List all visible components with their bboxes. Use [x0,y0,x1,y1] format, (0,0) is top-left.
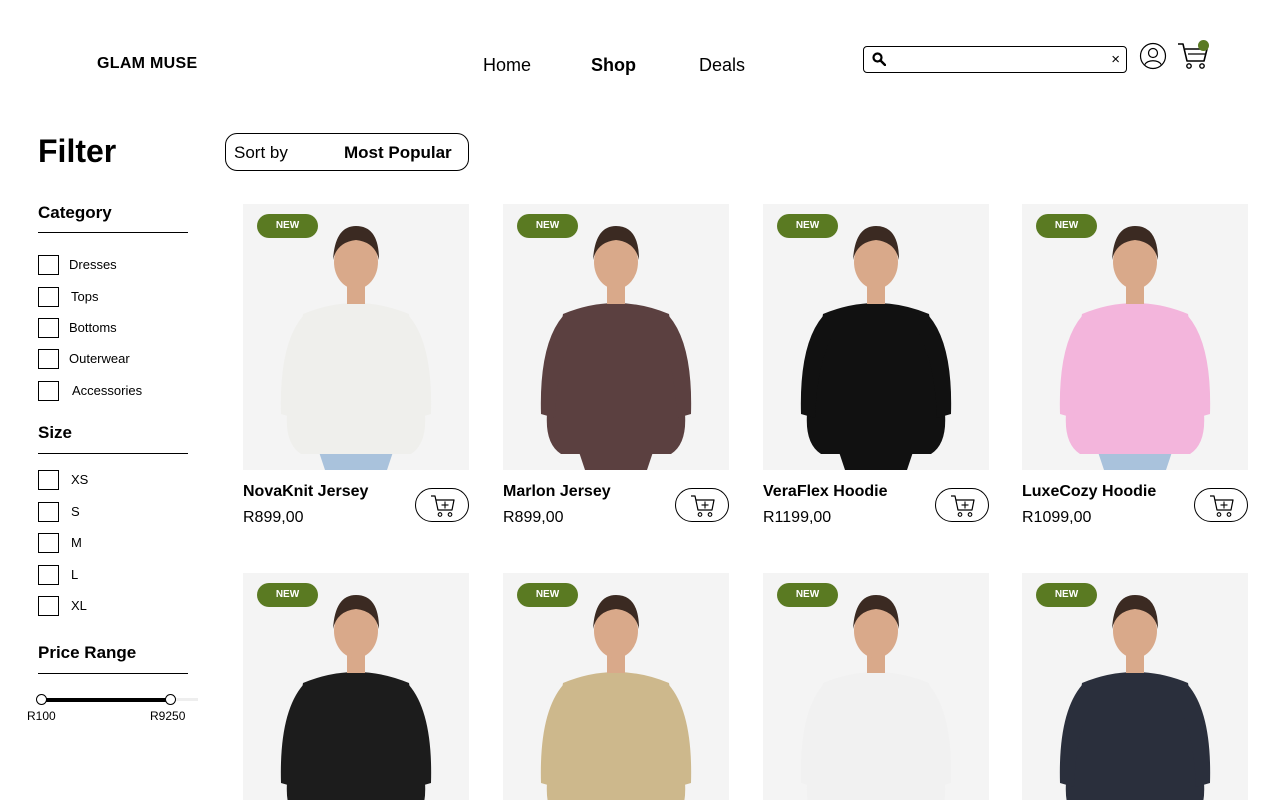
size-label: S [71,504,80,519]
cart-notification-dot [1198,40,1209,51]
product-image[interactable]: NEW [503,204,729,470]
add-to-cart-button[interactable] [935,488,989,522]
product-image[interactable]: NEW [503,573,729,800]
product-price: R899,00 [243,509,304,526]
size-label: XS [71,472,89,487]
product-image[interactable]: NEW [763,204,989,470]
category-divider [38,232,188,233]
model-photo [800,226,952,470]
add-to-cart-icon [951,495,975,517]
search-input[interactable] [892,50,1092,69]
category-label: Bottoms [69,320,117,335]
model-photo [540,226,692,470]
new-badge: NEW [1036,214,1097,238]
checkbox[interactable] [38,470,59,490]
model-photo [1059,595,1211,800]
size-label: M [71,535,82,550]
new-badge: NEW [777,214,838,238]
checkbox[interactable] [38,565,59,585]
category-label: Dresses [69,257,117,272]
checkbox[interactable] [38,349,59,369]
sort-value: Most Popular [344,143,452,162]
model-photo [280,226,432,470]
product-price: R1199,00 [763,509,832,526]
category-title: Category [38,203,112,222]
slider-min-handle[interactable] [36,694,47,705]
search-icon[interactable] [872,52,886,66]
new-badge: NEW [1036,583,1097,607]
add-to-cart-button[interactable] [415,488,469,522]
nav-item-home[interactable]: Home [483,55,531,76]
brand-logo[interactable]: GLAM MUSE [97,55,197,73]
model-photo [800,595,952,800]
new-badge: NEW [777,583,838,607]
price-min-label: R100 [27,709,56,723]
add-to-cart-icon [691,495,715,517]
new-badge: NEW [257,214,318,238]
product-name[interactable]: VeraFlex Hoodie [763,483,888,501]
checkbox[interactable] [38,255,59,275]
nav-item-shop[interactable]: Shop [591,55,636,76]
clear-search-icon[interactable]: × [1111,50,1120,69]
nav-item-deals[interactable]: Deals [699,55,745,76]
new-badge: NEW [517,583,578,607]
slider-track-selected [41,698,171,702]
checkbox[interactable] [38,318,59,338]
price-range-title: Price Range [38,643,137,662]
checkbox[interactable] [38,381,59,401]
checkbox[interactable] [38,596,59,616]
product-image[interactable]: NEW [1022,204,1248,470]
size-title: Size [38,423,73,442]
checkbox[interactable] [38,502,59,522]
product-image[interactable]: NEW [1022,573,1248,800]
add-to-cart-icon [1210,495,1234,517]
search-bar: × [863,46,1127,73]
product-image[interactable]: NEW [243,573,469,800]
size-label: L [71,567,79,582]
product-name[interactable]: LuxeCozy Hoodie [1022,483,1156,501]
category-label: Tops [71,289,99,304]
sort-dropdown[interactable]: Sort by Most Popular [225,133,469,171]
category-label: Accessories [72,383,143,398]
new-badge: NEW [257,583,318,607]
product-image[interactable]: NEW [243,204,469,470]
slider-max-handle[interactable] [165,694,176,705]
model-photo [1059,226,1211,470]
new-badge: NEW [517,214,578,238]
user-account-icon[interactable] [1139,42,1167,70]
price-range-divider [38,673,188,674]
price-max-label: R9250 [150,709,186,723]
checkbox[interactable] [38,287,59,307]
model-photo [280,595,432,800]
size-divider [38,453,188,454]
product-price: R899,00 [503,509,564,526]
model-photo [540,595,692,800]
sort-label: Sort by [234,143,288,162]
category-label: Outerwear [69,351,130,366]
add-to-cart-button[interactable] [675,488,729,522]
add-to-cart-button[interactable] [1194,488,1248,522]
add-to-cart-icon [431,495,455,517]
filter-title: Filter [38,133,117,169]
product-image[interactable]: NEW [763,573,989,800]
checkbox[interactable] [38,533,59,553]
product-price: R1099,00 [1022,509,1092,526]
product-name[interactable]: NovaKnit Jersey [243,483,368,501]
product-name[interactable]: Marlon Jersey [503,483,611,501]
price-range-slider[interactable] [28,690,200,710]
size-label: XL [71,598,87,613]
